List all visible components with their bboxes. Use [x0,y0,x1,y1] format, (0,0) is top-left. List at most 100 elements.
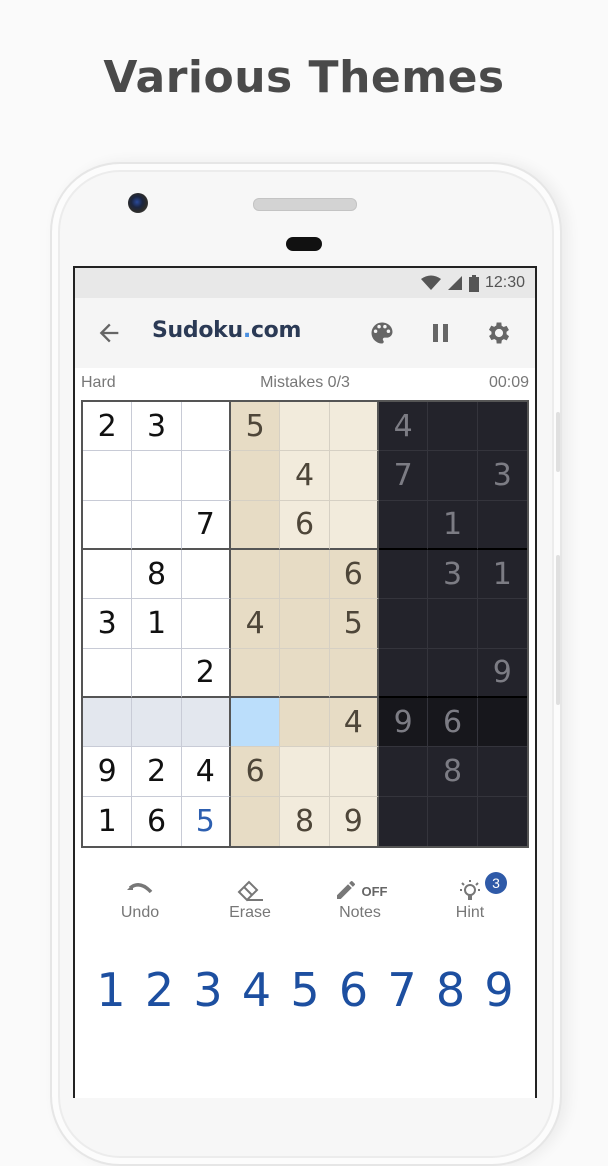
number-button-6[interactable]: 6 [332,963,376,1017]
number-button-1[interactable]: 1 [89,963,133,1017]
sudoku-cell[interactable]: 7 [181,500,231,550]
sudoku-cell[interactable] [329,500,379,550]
sudoku-cell[interactable] [428,796,478,846]
sudoku-cell[interactable]: 5 [181,796,231,846]
sudoku-cell[interactable] [378,599,429,649]
notes-button[interactable]: OFF Notes [315,878,405,922]
theme-button[interactable] [367,318,397,348]
sudoku-cell[interactable]: 6 [428,697,478,748]
sudoku-cell[interactable] [280,697,330,748]
sudoku-cell[interactable] [132,648,182,698]
sudoku-cell[interactable]: 9 [329,796,379,846]
sudoku-cell[interactable] [230,500,281,550]
sudoku-cell[interactable]: 1 [428,500,478,550]
sudoku-cell[interactable] [83,549,133,600]
pause-button[interactable] [426,318,456,348]
sudoku-cell[interactable] [181,599,231,649]
sudoku-cell[interactable] [83,697,133,748]
sudoku-cell[interactable]: 4 [181,747,231,797]
sudoku-cell[interactable] [280,648,330,698]
sudoku-cell[interactable] [477,697,527,748]
sudoku-cell[interactable]: 9 [378,697,429,748]
sudoku-cell[interactable]: 9 [83,747,133,797]
number-button-2[interactable]: 2 [138,963,182,1017]
sudoku-cell[interactable]: 3 [428,549,478,600]
sudoku-cell[interactable]: 4 [378,402,429,452]
sudoku-cell[interactable] [477,402,527,452]
number-button-8[interactable]: 8 [429,963,473,1017]
sudoku-cell[interactable] [132,500,182,550]
sudoku-cell[interactable]: 1 [477,549,527,600]
sudoku-cell[interactable] [280,747,330,797]
sudoku-cell[interactable] [428,599,478,649]
sudoku-cell[interactable]: 6 [280,500,330,550]
number-button-7[interactable]: 7 [380,963,424,1017]
sudoku-cell[interactable] [280,549,330,600]
sudoku-cell[interactable] [132,451,182,501]
sudoku-cell[interactable]: 2 [132,747,182,797]
sudoku-cell[interactable]: 4 [329,697,379,748]
number-button-4[interactable]: 4 [235,963,279,1017]
sudoku-cell[interactable] [378,796,429,846]
sudoku-cell[interactable]: 6 [230,747,281,797]
sudoku-cell[interactable]: 1 [132,599,182,649]
sudoku-cell[interactable] [181,697,231,748]
sudoku-cell[interactable] [378,549,429,600]
sudoku-cell[interactable]: 1 [83,796,133,846]
sudoku-cell[interactable] [181,549,231,600]
back-button[interactable] [95,319,123,347]
sudoku-cell[interactable]: 8 [132,549,182,600]
sudoku-cell[interactable]: 3 [83,599,133,649]
sudoku-cell[interactable] [181,451,231,501]
sudoku-cell[interactable] [83,648,133,698]
sudoku-cell[interactable] [230,648,281,698]
sudoku-cell[interactable] [132,697,182,748]
sudoku-cell[interactable] [83,451,133,501]
sudoku-cell[interactable] [477,500,527,550]
sudoku-cell[interactable] [477,747,527,797]
sudoku-cell[interactable] [230,451,281,501]
sudoku-cell[interactable]: 2 [83,402,133,452]
sudoku-cell[interactable] [378,747,429,797]
sudoku-cell[interactable]: 6 [329,549,379,600]
sudoku-cell[interactable]: 8 [280,796,330,846]
sudoku-cell[interactable] [329,648,379,698]
sudoku-cell[interactable] [329,747,379,797]
erase-button[interactable]: Erase [205,878,295,922]
sudoku-cell[interactable]: 3 [132,402,182,452]
number-button-9[interactable]: 9 [477,963,521,1017]
sudoku-cell[interactable]: 9 [477,648,527,698]
mistakes-counter: Mistakes 0/3 [260,374,350,391]
sudoku-cell[interactable]: 2 [181,648,231,698]
sudoku-cell[interactable] [378,648,429,698]
sudoku-cell[interactable]: 8 [428,747,478,797]
sudoku-cell[interactable] [329,402,379,452]
sudoku-cell[interactable]: 4 [280,451,330,501]
sudoku-cell[interactable]: 5 [329,599,379,649]
pause-icon [433,324,448,342]
sudoku-cell[interactable] [181,402,231,452]
sudoku-cell[interactable]: 5 [230,402,281,452]
sudoku-cell[interactable] [329,451,379,501]
sudoku-cell[interactable] [280,402,330,452]
sudoku-cell[interactable]: 6 [132,796,182,846]
number-button-3[interactable]: 3 [186,963,230,1017]
sudoku-cell[interactable] [378,500,429,550]
sudoku-cell[interactable] [230,549,281,600]
number-button-5[interactable]: 5 [283,963,327,1017]
sudoku-cell[interactable] [230,796,281,846]
hint-button[interactable]: 3 Hint [425,872,515,922]
sudoku-cell[interactable] [477,599,527,649]
sudoku-cell[interactable] [83,500,133,550]
sudoku-cell[interactable]: 7 [378,451,429,501]
undo-button[interactable]: Undo [95,878,185,922]
sudoku-cell[interactable] [477,796,527,846]
sudoku-cell[interactable] [428,451,478,501]
sudoku-cell[interactable] [428,648,478,698]
sudoku-cell[interactable]: 4 [230,599,281,649]
settings-button[interactable] [484,318,514,348]
sudoku-cell[interactable]: 3 [477,451,527,501]
sudoku-cell[interactable] [230,697,281,748]
sudoku-cell[interactable] [428,402,478,452]
sudoku-cell[interactable] [280,599,330,649]
